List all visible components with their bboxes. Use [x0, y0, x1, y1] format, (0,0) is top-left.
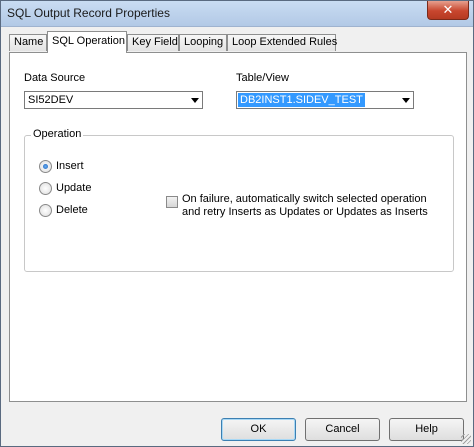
- radio-update[interactable]: Update: [39, 181, 159, 197]
- table-view-label: Table/View: [236, 72, 289, 84]
- failover-checkbox[interactable]: [166, 196, 178, 208]
- radio-button-checked[interactable]: [39, 160, 52, 173]
- resize-grip-icon[interactable]: [461, 434, 471, 444]
- help-button[interactable]: Help: [389, 418, 464, 441]
- button-bar: OK Cancel Help: [1, 403, 473, 446]
- tab-looping[interactable]: Looping: [179, 34, 227, 51]
- failover-checkbox-label[interactable]: On failure, automatically switch selecte…: [182, 193, 447, 219]
- data-source-value: SI52DEV: [28, 94, 74, 106]
- tab-sql-operation[interactable]: SQL Operation: [47, 31, 127, 53]
- radio-button[interactable]: [39, 204, 52, 217]
- dialog-window: SQL Output Record Properties ✕ Name SQL …: [0, 0, 474, 447]
- ok-button[interactable]: OK: [221, 418, 296, 441]
- close-button[interactable]: ✕: [427, 1, 469, 20]
- operation-group-title: Operation: [31, 128, 84, 140]
- chevron-down-icon: [191, 98, 199, 103]
- tab-strip: Name SQL Operation Key Field Looping Loo…: [9, 31, 469, 53]
- tab-loop-extended-rules[interactable]: Loop Extended Rules: [227, 34, 337, 51]
- radio-update-label: Update: [56, 182, 92, 194]
- cancel-button[interactable]: Cancel: [305, 418, 380, 441]
- radio-insert[interactable]: Insert: [39, 159, 159, 175]
- operation-group: Operation Insert Update Delete On failur…: [24, 128, 454, 272]
- radio-button[interactable]: [39, 182, 52, 195]
- radio-insert-label: Insert: [56, 160, 84, 172]
- close-icon: ✕: [442, 2, 454, 17]
- data-source-label: Data Source: [24, 72, 86, 84]
- title-bar[interactable]: SQL Output Record Properties ✕: [1, 1, 473, 27]
- sql-operation-panel: Data Source SI52DEV Table/View DB2INST1.…: [9, 52, 467, 402]
- table-view-value: DB2INST1.SIDEV_TEST: [238, 93, 365, 107]
- window-title: SQL Output Record Properties: [7, 6, 170, 20]
- tab-name[interactable]: Name: [9, 34, 47, 51]
- radio-delete[interactable]: Delete: [39, 203, 159, 219]
- data-source-dropdown[interactable]: SI52DEV: [24, 91, 203, 109]
- radio-delete-label: Delete: [56, 204, 88, 216]
- tab-key-field[interactable]: Key Field: [127, 34, 179, 51]
- chevron-down-icon: [402, 98, 410, 103]
- table-view-dropdown[interactable]: DB2INST1.SIDEV_TEST: [236, 91, 414, 109]
